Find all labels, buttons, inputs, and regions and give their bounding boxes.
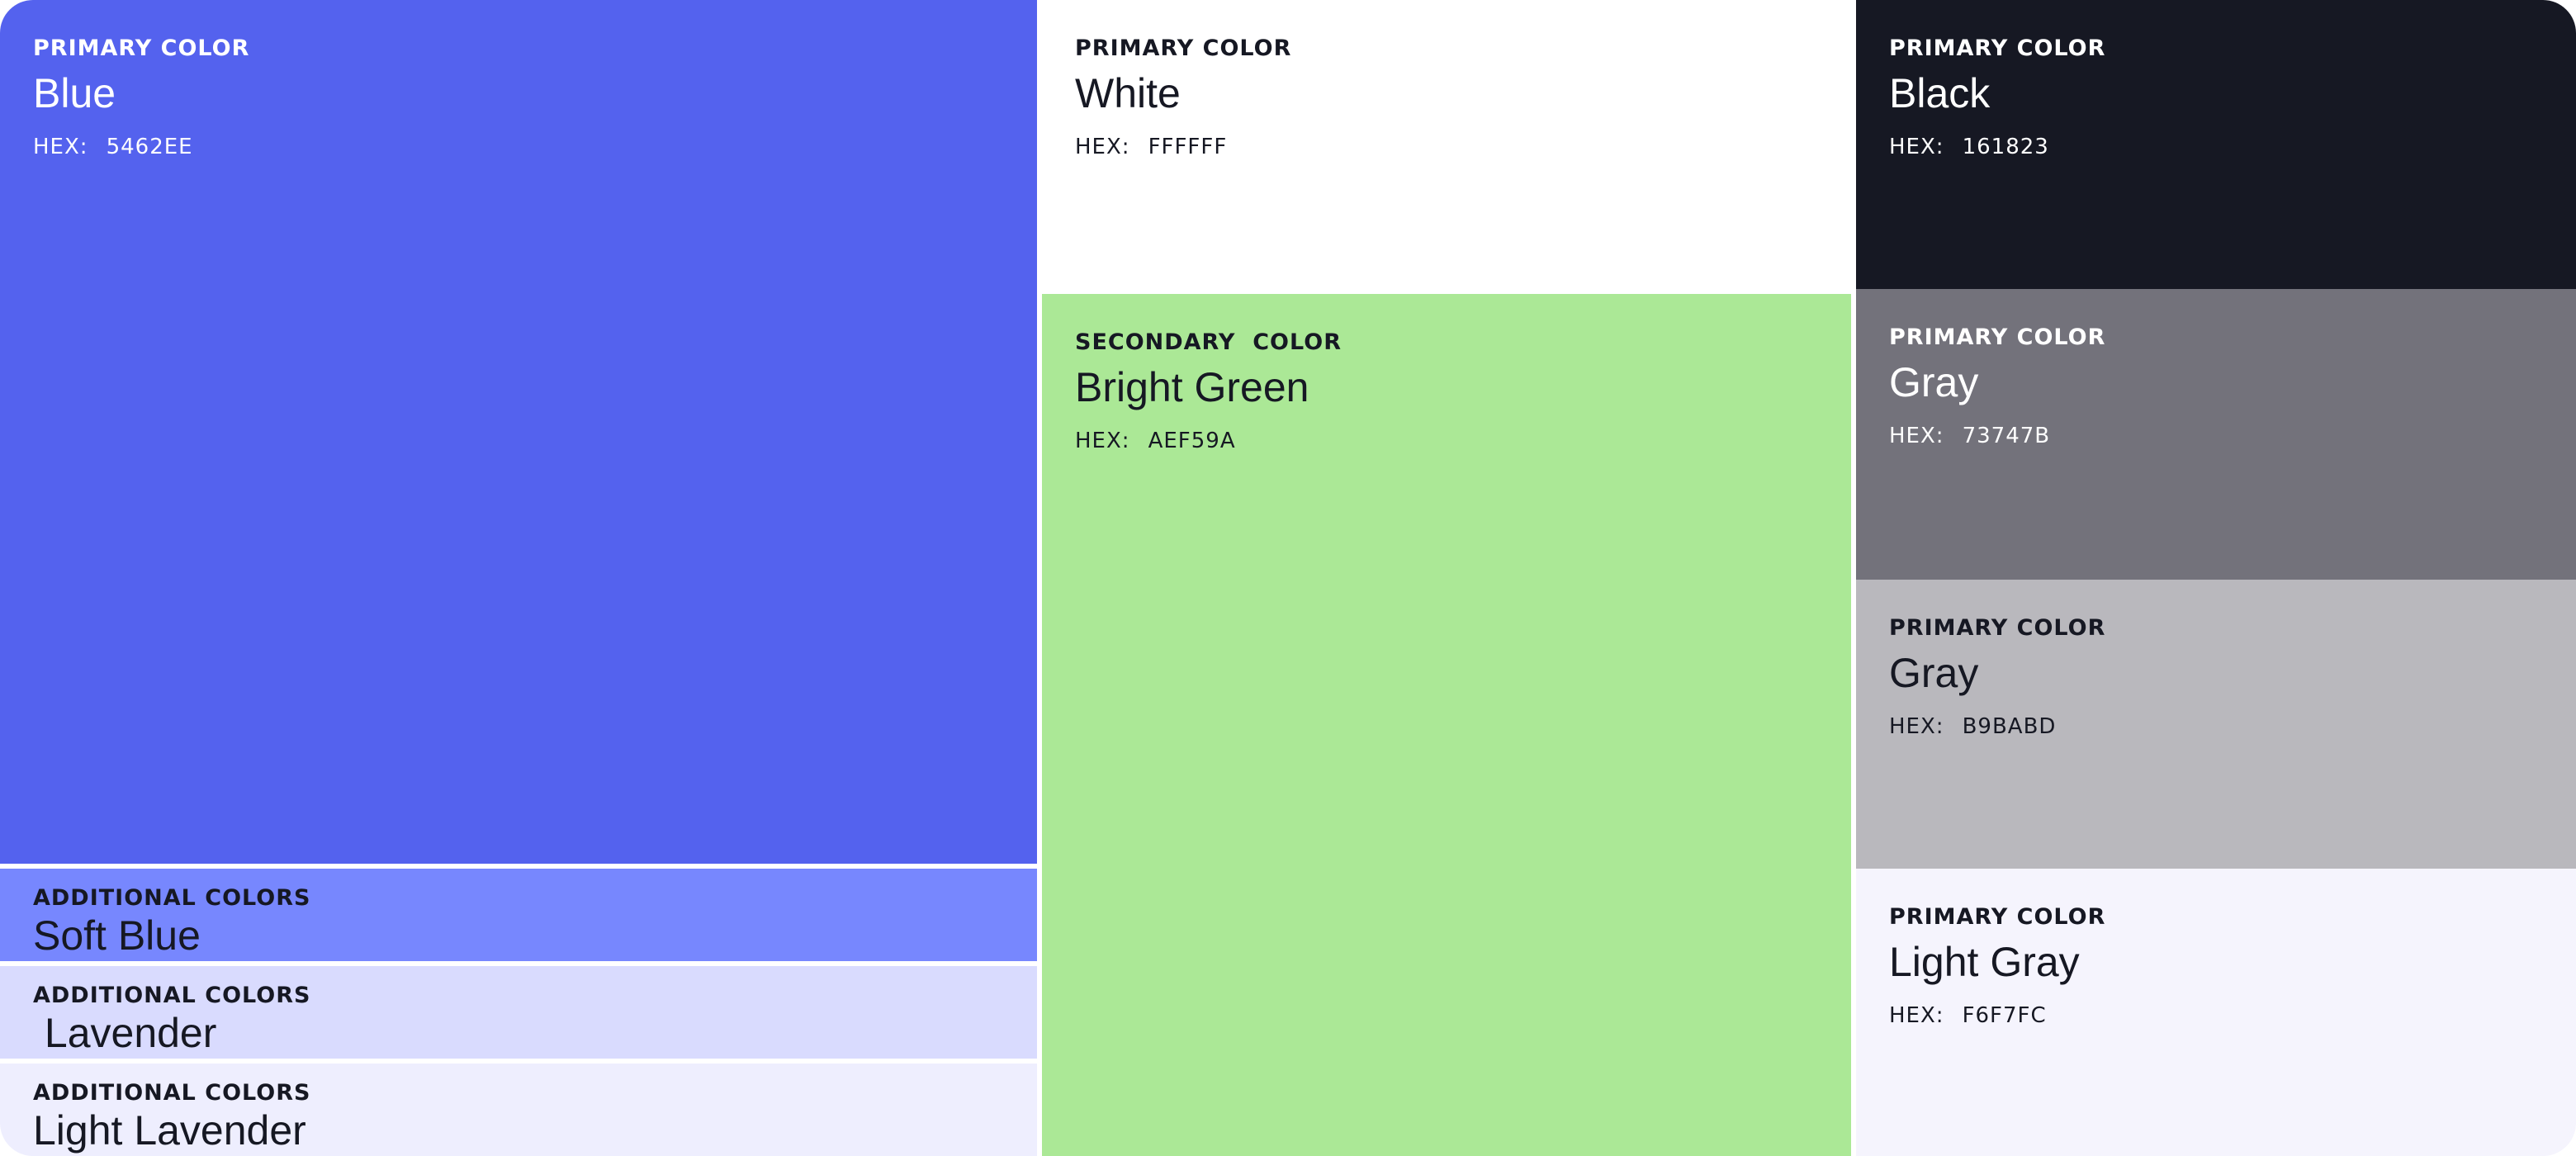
hex-prefix: HEX: — [33, 135, 88, 159]
swatch-hex: HEX: 161823 — [1889, 136, 2049, 158]
hex-value: 5462EE — [106, 135, 193, 159]
swatch-name: Gray — [1889, 359, 1979, 405]
swatch-gray-light: PRIMARY COLOR Gray HEX: B9BABD — [1856, 580, 2576, 869]
hex-prefix: HEX: — [1889, 135, 1944, 159]
swatch-label: PRIMARY COLOR — [1889, 904, 2106, 930]
swatch-label: SECONDARY COLOR — [1075, 329, 1342, 355]
hex-value: B9BABD — [1962, 714, 2057, 739]
swatch-label: PRIMARY COLOR — [1889, 615, 2106, 641]
swatch-label: PRIMARY COLOR — [1889, 36, 2106, 61]
swatch-hex: HEX: B9BABD — [1889, 716, 2056, 737]
swatch-label: ADDITIONAL COLORS — [33, 885, 311, 911]
hex-prefix: HEX: — [1075, 429, 1130, 453]
swatch-light-gray: PRIMARY COLOR Light Gray HEX: F6F7FC — [1856, 869, 2576, 1156]
swatch-hex: HEX: AEF59A — [1075, 430, 1236, 452]
swatch-hex: HEX: F6F7FC — [1889, 1005, 2047, 1026]
swatch-name: Light Lavender — [33, 1107, 306, 1154]
color-palette-board: PRIMARY COLOR Blue HEX: 5462EE ADDITIONAL… — [0, 0, 2576, 1156]
hex-value: 161823 — [1962, 135, 2049, 159]
swatch-label: ADDITIONAL COLORS — [33, 1080, 311, 1106]
swatch-hex: HEX: FFFFFF — [1075, 136, 1227, 158]
swatch-name: Gray — [1889, 650, 1979, 696]
hex-value: FFFFFF — [1148, 135, 1228, 159]
swatch-light-lavender: ADDITIONAL COLORS Light Lavender — [0, 1064, 1037, 1156]
hex-value: F6F7FC — [1962, 1003, 2047, 1028]
swatch-name: Blue — [33, 70, 116, 116]
swatch-black: PRIMARY COLOR Black HEX: 161823 — [1856, 0, 2576, 289]
hex-prefix: HEX: — [1075, 135, 1130, 159]
swatch-gray-dark: PRIMARY COLOR Gray HEX: 73747B — [1856, 289, 2576, 580]
swatch-name: Soft Blue — [33, 912, 201, 959]
swatch-white: PRIMARY COLOR White HEX: FFFFFF — [1042, 0, 1856, 289]
hex-prefix: HEX: — [1889, 424, 1944, 448]
swatch-blue: PRIMARY COLOR Blue HEX: 5462EE — [0, 0, 1037, 864]
swatch-name: White — [1075, 70, 1181, 116]
swatch-hex: HEX: 5462EE — [33, 136, 193, 158]
hex-value: AEF59A — [1148, 429, 1236, 453]
hex-value: 73747B — [1962, 424, 2051, 448]
hex-prefix: HEX: — [1889, 1003, 1944, 1028]
swatch-lavender: ADDITIONAL COLORS Lavender — [0, 966, 1037, 1059]
swatch-label: ADDITIONAL COLORS — [33, 983, 311, 1008]
swatch-name: Black — [1889, 70, 1991, 116]
swatch-label: PRIMARY COLOR — [33, 36, 250, 61]
swatch-name: Lavender — [33, 1010, 217, 1056]
swatch-bright-green: SECONDARY COLOR Bright Green HEX: AEF59A — [1042, 294, 1851, 1156]
hex-prefix: HEX: — [1889, 714, 1944, 739]
swatch-soft-blue: ADDITIONAL COLORS Soft Blue — [0, 869, 1037, 961]
swatch-label: PRIMARY COLOR — [1075, 36, 1292, 61]
swatch-name: Light Gray — [1889, 939, 2080, 985]
swatch-hex: HEX: 73747B — [1889, 425, 2050, 447]
swatch-name: Bright Green — [1075, 364, 1309, 410]
swatch-label: PRIMARY COLOR — [1889, 325, 2106, 350]
